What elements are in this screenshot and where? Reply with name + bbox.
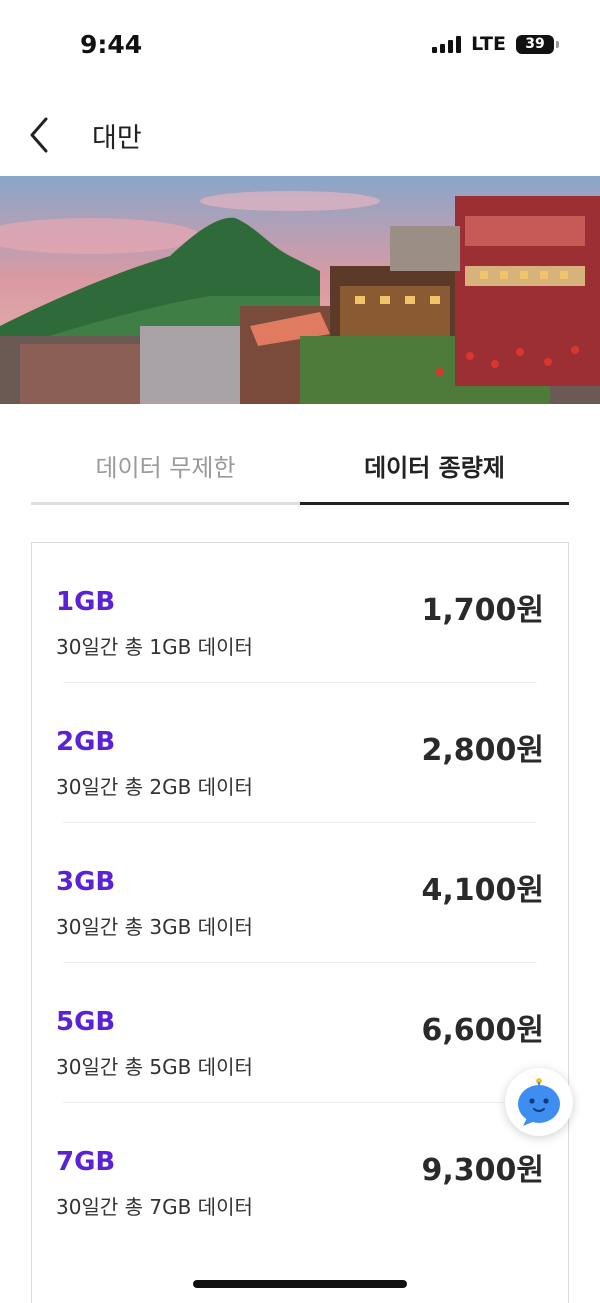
plan-price: 6,600원	[421, 1013, 545, 1048]
home-indicator[interactable]	[193, 1280, 407, 1288]
status-indicators: LTE 39	[432, 33, 559, 55]
plan-name: 5GB	[56, 1007, 116, 1037]
plan-description: 30일간 총 2GB 데이터	[56, 775, 253, 799]
tab-unlimited-data[interactable]: 데이터 무제한	[31, 432, 300, 505]
plan-price: 1,700원	[421, 593, 545, 628]
plan-description: 30일간 총 3GB 데이터	[56, 915, 253, 939]
status-bar: 9:44 LTE 39	[0, 0, 600, 90]
plan-type-tabs: 데이터 무제한 데이터 종량제	[31, 432, 569, 505]
plan-price: 4,100원	[421, 873, 545, 908]
chatbot-button[interactable]	[505, 1068, 573, 1136]
chevron-left-icon	[30, 117, 48, 153]
list-item[interactable]: 2GB 30일간 총 2GB 데이터 2,800원	[32, 683, 568, 823]
plan-name: 2GB	[56, 727, 116, 757]
battery-level: 39	[525, 36, 545, 52]
plan-description: 30일간 총 7GB 데이터	[56, 1195, 253, 1219]
tab-label: 데이터 종량제	[364, 454, 505, 482]
page-title: 대만	[92, 123, 142, 154]
tab-pay-per-use-data[interactable]: 데이터 종량제	[300, 432, 569, 505]
chatbot-icon	[518, 1078, 560, 1126]
plan-price: 9,300원	[421, 1153, 545, 1188]
plan-description: 30일간 총 1GB 데이터	[56, 635, 253, 659]
plan-name: 3GB	[56, 867, 116, 897]
header: 대만	[0, 100, 600, 170]
hero-image	[0, 176, 600, 404]
hero-illustration	[0, 176, 600, 404]
status-time: 9:44	[80, 30, 143, 59]
network-type: LTE	[471, 33, 506, 55]
plan-name: 1GB	[56, 587, 116, 617]
list-item[interactable]: 1GB 30일간 총 1GB 데이터 1,700원	[32, 543, 568, 683]
list-item[interactable]: 5GB 30일간 총 5GB 데이터 6,600원	[32, 963, 568, 1103]
signal-icon	[432, 35, 462, 53]
battery-icon: 39	[516, 34, 559, 54]
plan-list: 1GB 30일간 총 1GB 데이터 1,700원 2GB 30일간 총 2GB…	[31, 542, 569, 1303]
list-item[interactable]: 3GB 30일간 총 3GB 데이터 4,100원	[32, 823, 568, 963]
plan-price: 2,800원	[421, 733, 545, 768]
plan-description: 30일간 총 5GB 데이터	[56, 1055, 253, 1079]
list-item[interactable]: 7GB 30일간 총 7GB 데이터 9,300원	[32, 1103, 568, 1243]
back-button[interactable]	[26, 115, 56, 155]
plan-name: 7GB	[56, 1147, 116, 1177]
tab-label: 데이터 무제한	[95, 454, 236, 482]
